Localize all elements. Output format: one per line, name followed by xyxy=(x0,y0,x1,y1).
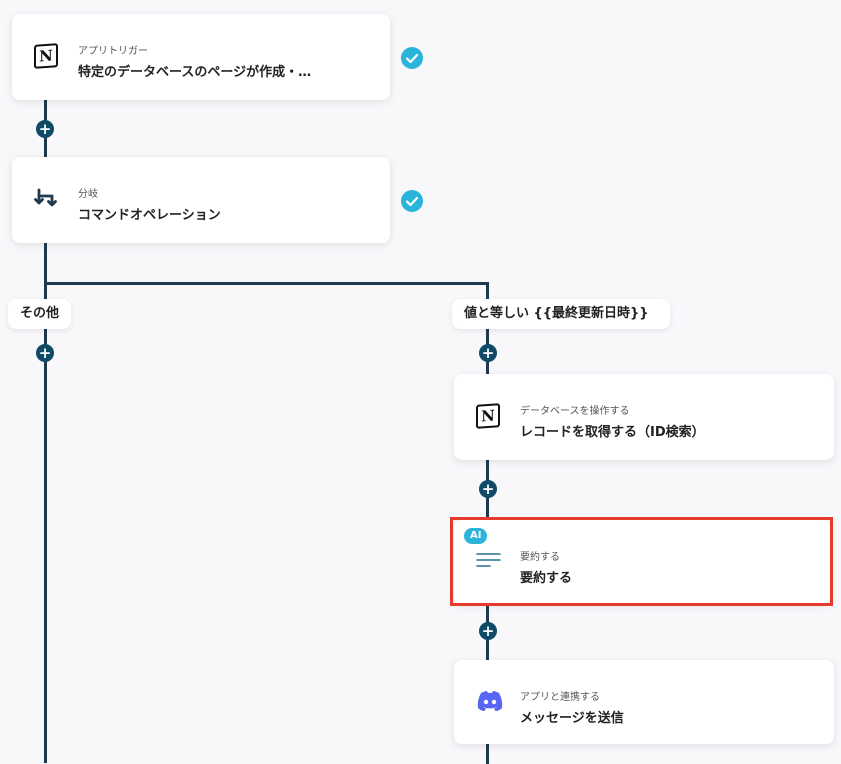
add-step-button[interactable]: + xyxy=(479,480,497,498)
notion-icon: N xyxy=(476,403,502,430)
step-title: 特定のデータベースのページが作成・… xyxy=(78,65,312,80)
discord-icon xyxy=(476,690,503,716)
trigger-step-card[interactable]: N アプリトリガー 特定のデータベースのページが作成・… xyxy=(12,14,390,100)
step-title: 要約する xyxy=(520,571,573,586)
add-step-button[interactable]: + xyxy=(36,344,54,362)
connector-line xyxy=(44,282,488,285)
step-category-label: データベースを操作する xyxy=(520,406,630,417)
check-icon xyxy=(401,47,423,69)
database-step-card[interactable]: N データベースを操作する レコードを取得する（ID検索） xyxy=(454,374,834,460)
step-category-label: アプリと連携する xyxy=(520,692,600,703)
summary-lines-icon xyxy=(476,550,502,576)
discord-step-card[interactable]: アプリと連携する メッセージを送信 xyxy=(454,660,834,744)
step-title: コマンドオペレーション xyxy=(78,208,221,223)
step-category-label: アプリトリガー xyxy=(78,46,148,57)
add-step-button[interactable]: + xyxy=(479,622,497,640)
check-icon xyxy=(401,190,423,212)
step-category-label: 要約する xyxy=(520,552,560,563)
ai-badge: AI xyxy=(464,528,488,544)
step-title: メッセージを送信 xyxy=(520,711,624,726)
connector-line xyxy=(486,744,489,764)
notion-icon: N xyxy=(34,43,60,70)
branch-icon xyxy=(34,187,60,213)
add-step-button[interactable]: + xyxy=(479,344,497,362)
branch-step-card[interactable]: 分岐 コマンドオペレーション xyxy=(12,157,390,243)
step-title: レコードを取得する（ID検索） xyxy=(520,425,705,440)
branch-label-other[interactable]: その他 xyxy=(8,299,72,329)
step-category-label: 分岐 xyxy=(78,189,98,200)
add-step-button[interactable]: + xyxy=(36,120,54,138)
branch-label-condition[interactable]: 値と等しい {{最終更新日時}} xyxy=(452,299,670,329)
summarize-step-card[interactable]: AI 要約する 要約する xyxy=(454,520,830,604)
